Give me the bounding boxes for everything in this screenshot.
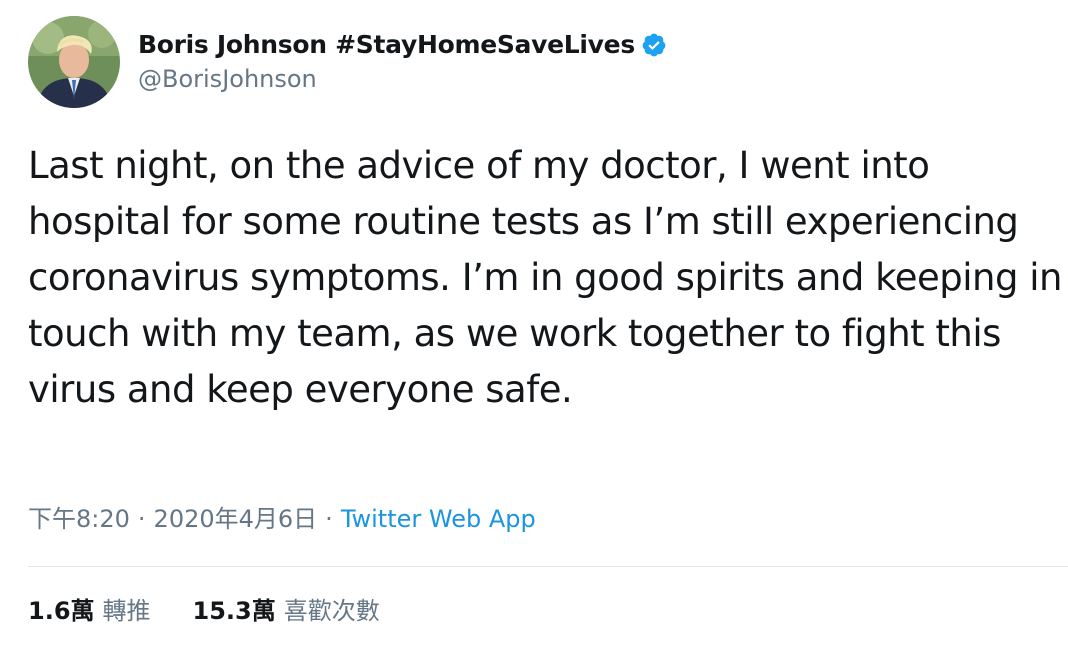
meta-separator: ·	[137, 505, 146, 533]
tweet-header: Boris Johnson #StayHomeSaveLives @BorisJ…	[28, 16, 667, 108]
verified-badge-icon	[641, 32, 667, 58]
tweet-date[interactable]: 2020年4月6日	[154, 501, 318, 537]
tweet-time[interactable]: 下午8:20	[28, 501, 130, 537]
author-display-name: Boris Johnson #StayHomeSaveLives	[138, 30, 635, 59]
author-names[interactable]: Boris Johnson #StayHomeSaveLives @BorisJ…	[138, 29, 667, 95]
source-app-link[interactable]: Twitter Web App	[341, 501, 536, 537]
likes-stat[interactable]: 15.3萬 喜歡次數	[193, 593, 380, 629]
meta-separator: ·	[325, 505, 333, 533]
tweet-text: Last night, on the advice of my doctor, …	[28, 144, 1062, 411]
divider	[28, 566, 1068, 567]
avatar[interactable]	[28, 16, 120, 108]
tweet-card: Boris Johnson #StayHomeSaveLives @BorisJ…	[0, 0, 1068, 652]
author-name-row: Boris Johnson #StayHomeSaveLives	[138, 29, 667, 61]
tweet-stats: 1.6萬 轉推 15.3萬 喜歡次數	[28, 593, 422, 629]
tweet-meta: 下午8:20 · 2020年4月6日 · Twitter Web App	[28, 501, 536, 537]
author-handle: @BorisJohnson	[138, 65, 317, 93]
retweets-label: 轉推	[102, 597, 151, 625]
retweets-count: 1.6萬	[28, 597, 95, 625]
likes-label: 喜歡次數	[283, 597, 380, 625]
likes-count: 15.3萬	[192, 597, 276, 625]
retweets-stat[interactable]: 1.6萬 轉推	[28, 593, 151, 629]
